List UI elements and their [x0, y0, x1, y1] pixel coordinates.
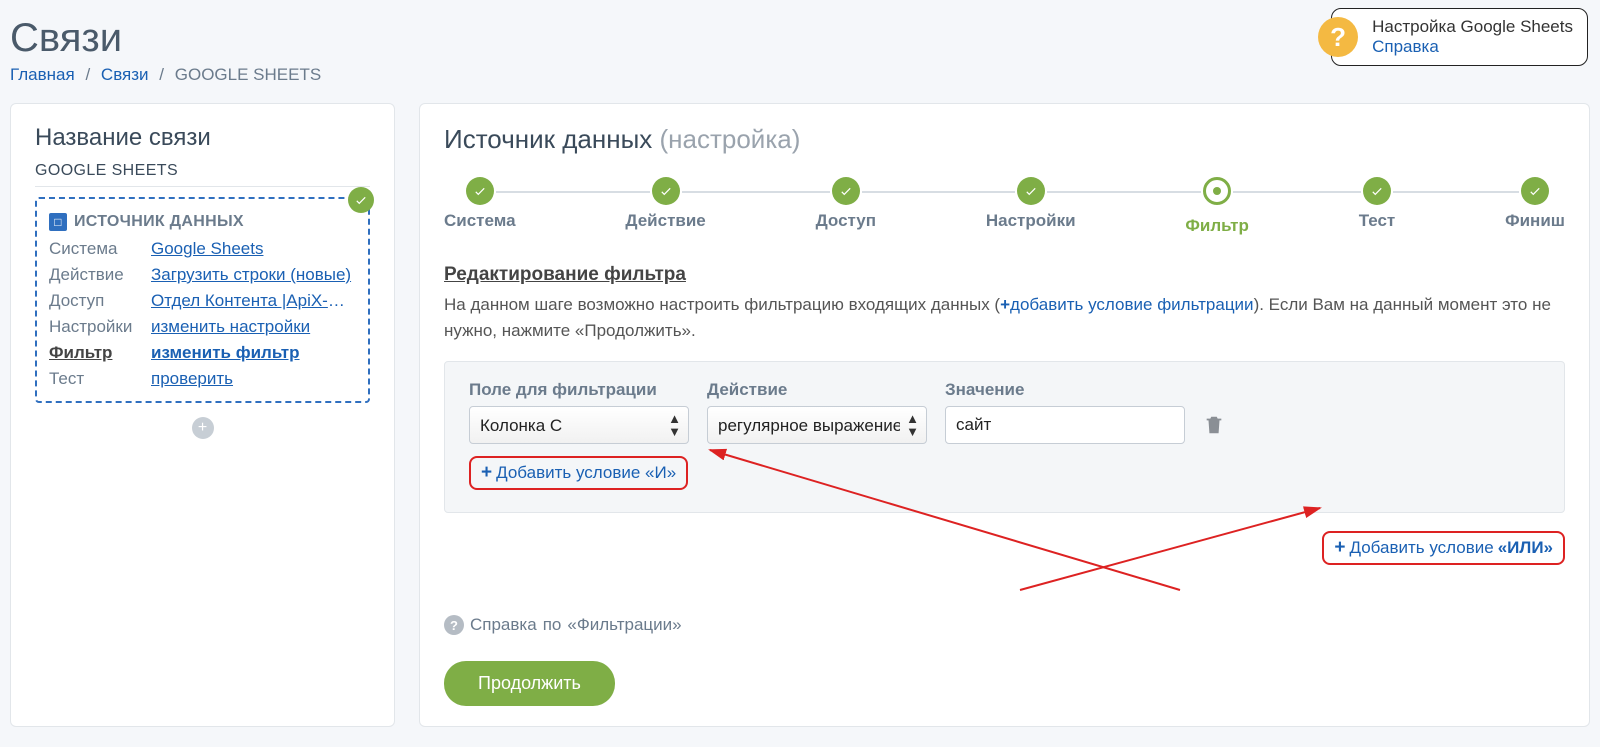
filter-action-label: Действие: [707, 380, 927, 400]
step-done-icon: [1363, 177, 1391, 205]
step-Финиш[interactable]: Финиш: [1505, 177, 1565, 231]
breadcrumb-home[interactable]: Главная: [10, 65, 75, 84]
source-row-key: Система: [49, 239, 145, 259]
source-icon: □: [49, 213, 67, 231]
add-and-condition-button[interactable]: + Добавить условие «И»: [469, 456, 688, 490]
step-done-icon: [1017, 177, 1045, 205]
plus-icon: +: [1334, 537, 1345, 559]
sidebar-heading: Название связи: [35, 124, 370, 152]
source-row-key: Доступ: [49, 291, 145, 311]
step-Фильтр[interactable]: Фильтр: [1185, 177, 1248, 236]
filter-action-select[interactable]: регулярное выражение: [707, 406, 927, 444]
help-icon: ?: [1318, 17, 1358, 57]
step-label: Доступ: [816, 211, 876, 231]
step-done-icon: [466, 177, 494, 205]
filter-box: Поле для фильтрации Колонка C ▲▼ Действи…: [444, 361, 1565, 513]
source-row-link[interactable]: Загрузить строки (новые): [151, 265, 356, 285]
filter-field-select[interactable]: Колонка C: [469, 406, 689, 444]
help-badge-title: Настройка Google Sheets: [1372, 17, 1573, 37]
help-badge[interactable]: ? Настройка Google Sheets Справка: [1331, 8, 1588, 66]
step-label: Настройки: [986, 211, 1076, 231]
breadcrumb-current: GOOGLE SHEETS: [175, 65, 321, 84]
help-badge-link[interactable]: Справка: [1372, 37, 1573, 57]
source-row-link[interactable]: изменить фильтр: [151, 343, 356, 363]
step-Тест[interactable]: Тест: [1359, 177, 1396, 231]
help-link[interactable]: Справка: [470, 615, 537, 635]
step-label: Система: [444, 211, 516, 231]
filter-section-desc: На данном шаге возможно настроить фильтр…: [444, 292, 1565, 343]
add-or-condition-button[interactable]: + Добавить условие «ИЛИ»: [1322, 531, 1565, 565]
source-row-link[interactable]: Google Sheets: [151, 239, 356, 259]
source-row-key: Тест: [49, 369, 145, 389]
source-row-link[interactable]: изменить настройки: [151, 317, 356, 337]
source-box-title: ИСТОЧНИК ДАННЫХ: [74, 213, 244, 231]
plus-icon: +: [481, 462, 492, 484]
filter-value-label: Значение: [945, 380, 1185, 400]
sidebar: Название связи GOOGLE SHEETS □ ИСТОЧНИК …: [10, 103, 395, 727]
step-done-icon: [1521, 177, 1549, 205]
step-Настройки[interactable]: Настройки: [986, 177, 1076, 231]
step-label: Действие: [625, 211, 705, 231]
question-icon: ?: [444, 615, 464, 635]
step-label: Фильтр: [1185, 216, 1248, 236]
main-title: Источник данных (настройка): [444, 124, 1565, 155]
step-Доступ[interactable]: Доступ: [816, 177, 876, 231]
main-panel: Источник данных (настройка) Система Дейст…: [419, 103, 1590, 727]
step-current-icon: [1203, 177, 1231, 205]
source-row-link[interactable]: Отдел Контента |ApiX-Drive: [151, 291, 356, 311]
step-label: Тест: [1359, 211, 1396, 231]
help-line: ? Справка по «Фильтрации»: [444, 615, 1565, 635]
filter-section-title: Редактирование фильтра: [444, 264, 1565, 286]
source-row-link[interactable]: проверить: [151, 369, 356, 389]
delete-icon[interactable]: [1203, 414, 1225, 436]
continue-button[interactable]: Продолжить: [444, 661, 615, 706]
add-connection-button[interactable]: +: [192, 417, 214, 439]
stepper: Система Действие Доступ Настройки Фильтр Тест…: [444, 177, 1565, 236]
step-done-icon: [832, 177, 860, 205]
filter-field-label: Поле для фильтрации: [469, 380, 689, 400]
step-Система[interactable]: Система: [444, 177, 516, 231]
source-row-key: Действие: [49, 265, 145, 285]
source-row-key: Настройки: [49, 317, 145, 337]
check-icon: [348, 187, 374, 213]
source-box: □ ИСТОЧНИК ДАННЫХ Система Google Sheets Де…: [35, 197, 370, 403]
sidebar-subtitle: GOOGLE SHEETS: [35, 162, 370, 187]
filter-value-input[interactable]: [945, 406, 1185, 444]
source-row-key: Фильтр: [49, 343, 145, 363]
breadcrumb-links[interactable]: Связи: [101, 65, 149, 84]
add-filter-condition-link[interactable]: добавить условие фильтрации: [1010, 295, 1254, 314]
step-Действие[interactable]: Действие: [625, 177, 705, 231]
breadcrumb: Главная / Связи / GOOGLE SHEETS: [10, 65, 1590, 85]
step-label: Финиш: [1505, 211, 1565, 231]
step-done-icon: [652, 177, 680, 205]
